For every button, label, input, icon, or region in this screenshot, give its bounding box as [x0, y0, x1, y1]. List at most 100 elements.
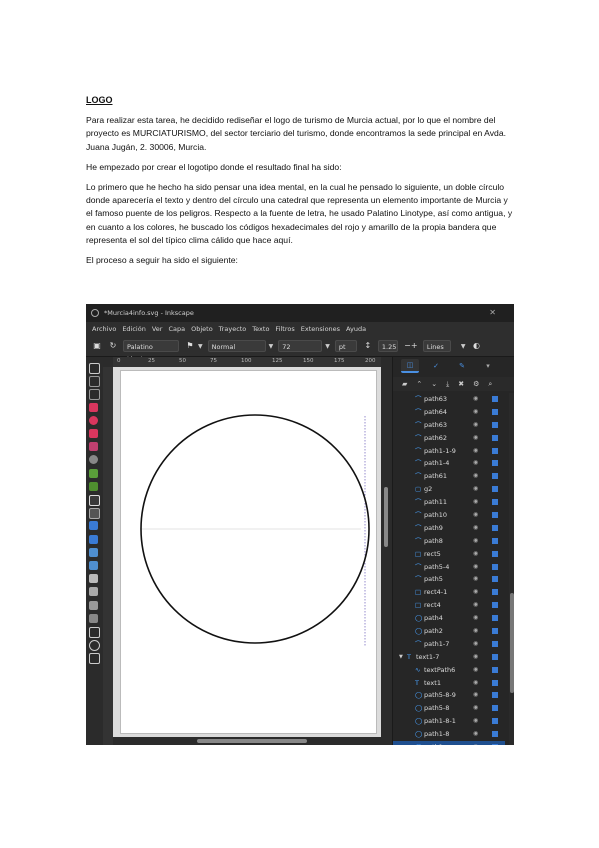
layer-row[interactable]: ◯ path1-8 ◉: [393, 728, 505, 741]
chevron-down-icon[interactable]: ▼: [269, 343, 274, 350]
layer-row[interactable]: ⌒ path62 ◉: [393, 432, 505, 445]
menu-ver[interactable]: Ver: [152, 325, 163, 333]
node-tool-icon[interactable]: [89, 376, 100, 387]
dropper-tool-icon[interactable]: [89, 548, 98, 557]
visibility-icon[interactable]: ◉: [473, 741, 478, 745]
visibility-icon[interactable]: ◉: [473, 689, 478, 702]
lower-bottom-icon[interactable]: ⤓: [446, 380, 449, 389]
layer-row[interactable]: ⌒ path64 ◉: [393, 406, 505, 419]
visibility-icon[interactable]: ◉: [473, 406, 478, 419]
layer-row[interactable]: ⌒ path1-7 ◉: [393, 638, 505, 651]
spray-tool-icon[interactable]: [89, 587, 98, 596]
layer-row[interactable]: ◯ path2 ◉: [393, 625, 505, 638]
layer-row[interactable]: ⌒ path1-4 ◉: [393, 457, 505, 470]
line-spacing-field[interactable]: 1.25: [377, 340, 398, 352]
font-collection-icon[interactable]: ⚑: [185, 341, 195, 351]
layer-row[interactable]: ⌒ path63 ◉: [393, 393, 505, 406]
menu-extensiones[interactable]: Extensiones: [301, 325, 340, 333]
spacing-mode-field[interactable]: Lines: [422, 340, 451, 352]
menu-objeto[interactable]: Objeto: [191, 325, 213, 333]
visibility-icon[interactable]: ◉: [473, 586, 478, 599]
visibility-icon[interactable]: ◉: [473, 445, 478, 458]
visibility-icon[interactable]: ◉: [473, 522, 478, 535]
scroll-thumb[interactable]: [510, 593, 514, 693]
stepper-icon[interactable]: −+: [404, 341, 418, 351]
visibility-icon[interactable]: ◉: [473, 664, 478, 677]
delete-icon[interactable]: ✖: [458, 380, 464, 388]
visibility-icon[interactable]: ◉: [473, 393, 478, 406]
chevron-down-icon[interactable]: ▼: [198, 343, 203, 350]
layer-row[interactable]: ◯ path5-8-9 ◉: [393, 689, 505, 702]
visibility-icon[interactable]: ◉: [473, 457, 478, 470]
scroll-thumb[interactable]: [384, 487, 388, 547]
visibility-icon[interactable]: ◉: [473, 612, 478, 625]
visibility-icon[interactable]: ◉: [473, 573, 478, 586]
layer-row[interactable]: ⌒ path8 ◉: [393, 535, 505, 548]
visibility-icon[interactable]: ◉: [473, 535, 478, 548]
horizontal-scrollbar[interactable]: [113, 737, 381, 745]
font-family-field[interactable]: Palatino Linotype: [123, 340, 179, 363]
menu-edicion[interactable]: Edición: [122, 325, 146, 333]
chevron-down-icon[interactable]: ▼: [461, 343, 466, 350]
close-icon[interactable]: ✕: [489, 308, 496, 317]
rectangle-tool-icon[interactable]: [89, 403, 98, 412]
visibility-icon[interactable]: ◉: [473, 561, 478, 574]
star-tool-icon[interactable]: [89, 429, 98, 438]
layer-row[interactable]: ⌒ path61 ◉: [393, 470, 505, 483]
refresh-icon[interactable]: ↻: [108, 341, 118, 351]
layer-row[interactable]: ⌒ path9 ◉: [393, 522, 505, 535]
calligraphy-tool-icon[interactable]: [89, 495, 100, 506]
text-tool-icon[interactable]: [89, 508, 100, 519]
pen-tool-icon[interactable]: [89, 482, 98, 491]
chevron-down-icon[interactable]: ▾: [479, 360, 497, 372]
save-icon[interactable]: ▣: [92, 341, 102, 351]
visibility-icon[interactable]: ◉: [473, 548, 478, 561]
font-size-field[interactable]: 72: [278, 340, 323, 352]
visibility-icon[interactable]: ◉: [473, 509, 478, 522]
vertical-scrollbar[interactable]: [382, 367, 390, 737]
layer-row[interactable]: ⌒ path10 ◉: [393, 509, 505, 522]
spiral-tool-icon[interactable]: [89, 455, 98, 464]
layer-row[interactable]: Ttext1 ◉: [393, 677, 505, 690]
pencil-tool-icon[interactable]: [89, 469, 98, 478]
menu-ayuda[interactable]: Ayuda: [346, 325, 366, 333]
eraser-tool-icon[interactable]: [89, 574, 98, 583]
layers-tab-icon[interactable]: ◫: [401, 359, 419, 373]
menu-capa[interactable]: Capa: [168, 325, 185, 333]
menu-texto[interactable]: Texto: [252, 325, 269, 333]
layer-row[interactable]: ⌒ path5-4 ◉: [393, 561, 505, 574]
lpe-tool-icon[interactable]: [89, 653, 100, 664]
move-up-icon[interactable]: ⌃: [416, 380, 422, 388]
menu-trayecto[interactable]: Trayecto: [219, 325, 247, 333]
layer-row[interactable]: □ rect4 ◉: [393, 599, 505, 612]
fill-stroke-tab-icon[interactable]: ✎: [453, 360, 471, 372]
measure-tool-icon[interactable]: [89, 601, 98, 610]
settings-icon[interactable]: ⚙: [473, 380, 479, 388]
layer-row[interactable]: ⌒ path63 ◉: [393, 419, 505, 432]
3d-box-tool-icon[interactable]: [89, 442, 98, 451]
visibility-icon[interactable]: ◉: [473, 638, 478, 651]
layer-row[interactable]: ◯ path5-8 ◉: [393, 702, 505, 715]
search-icon[interactable]: ⌕: [488, 380, 492, 389]
layer-row[interactable]: ◯path1 ◉: [393, 741, 505, 745]
layer-row[interactable]: ▼ Ttext1-7 ◉: [393, 651, 505, 664]
panel-scrollbar[interactable]: [509, 393, 514, 745]
visibility-icon[interactable]: ◉: [473, 496, 478, 509]
layer-row[interactable]: ⌒ path5 ◉: [393, 573, 505, 586]
layer-row[interactable]: ∿ textPath6 ◉: [393, 664, 505, 677]
menu-archivo[interactable]: Archivo: [92, 325, 116, 333]
selector-tool-icon[interactable]: [89, 363, 100, 374]
chevron-down-icon[interactable]: ▼: [325, 343, 330, 350]
pages-tool-icon[interactable]: [89, 627, 100, 638]
visibility-icon[interactable]: ◉: [473, 599, 478, 612]
visibility-icon[interactable]: ◉: [473, 728, 478, 741]
scroll-thumb[interactable]: [197, 739, 307, 743]
menu-filtros[interactable]: Filtros: [275, 325, 294, 333]
visibility-icon[interactable]: ◉: [473, 625, 478, 638]
layer-row[interactable]: □ rect5 ◉: [393, 548, 505, 561]
connector-tool-icon[interactable]: [89, 614, 98, 623]
visibility-icon[interactable]: ◉: [473, 470, 478, 483]
visibility-icon[interactable]: ◉: [473, 715, 478, 728]
expander-icon[interactable]: ▼: [399, 651, 403, 664]
layer-row[interactable]: ⌒ path11 ◉: [393, 496, 505, 509]
